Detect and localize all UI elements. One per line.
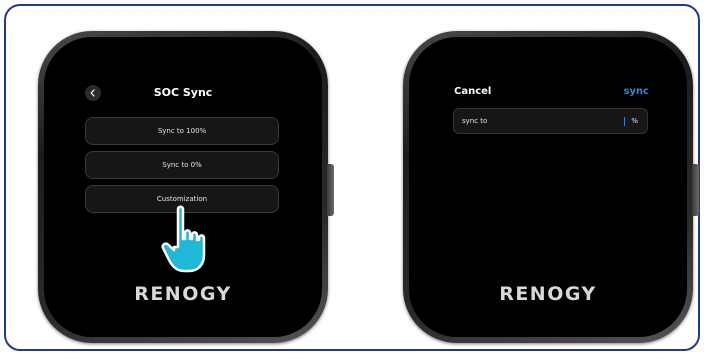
device-left: SOC Sync Sync to 100% Sync to 0% Customi… (38, 31, 334, 343)
pointing-hand-icon (161, 205, 206, 273)
sync-0-button[interactable]: Sync to 0% (85, 151, 279, 179)
side-button[interactable] (327, 164, 334, 216)
percent-unit: % (631, 117, 638, 125)
text-cursor (624, 117, 625, 126)
sync-to-label: sync to (462, 117, 488, 125)
sync-100-button[interactable]: Sync to 100% (85, 117, 279, 145)
sync-button[interactable]: sync (623, 85, 649, 99)
brand-logo: RENOGY (134, 283, 232, 305)
sync-to-input[interactable]: sync to % (453, 108, 648, 134)
device-right: Cancel sync sync to % RENOGY (403, 31, 699, 343)
screen-soc-sync: SOC Sync Sync to 100% Sync to 0% Customi… (44, 37, 322, 337)
cancel-button[interactable]: Cancel (454, 85, 491, 99)
screen-sync-custom: Cancel sync sync to % RENOGY (409, 37, 687, 337)
outer-frame: SOC Sync Sync to 100% Sync to 0% Customi… (4, 4, 700, 351)
brand-logo: RENOGY (499, 283, 597, 305)
page-title: SOC Sync (153, 86, 213, 99)
side-button[interactable] (692, 164, 699, 216)
